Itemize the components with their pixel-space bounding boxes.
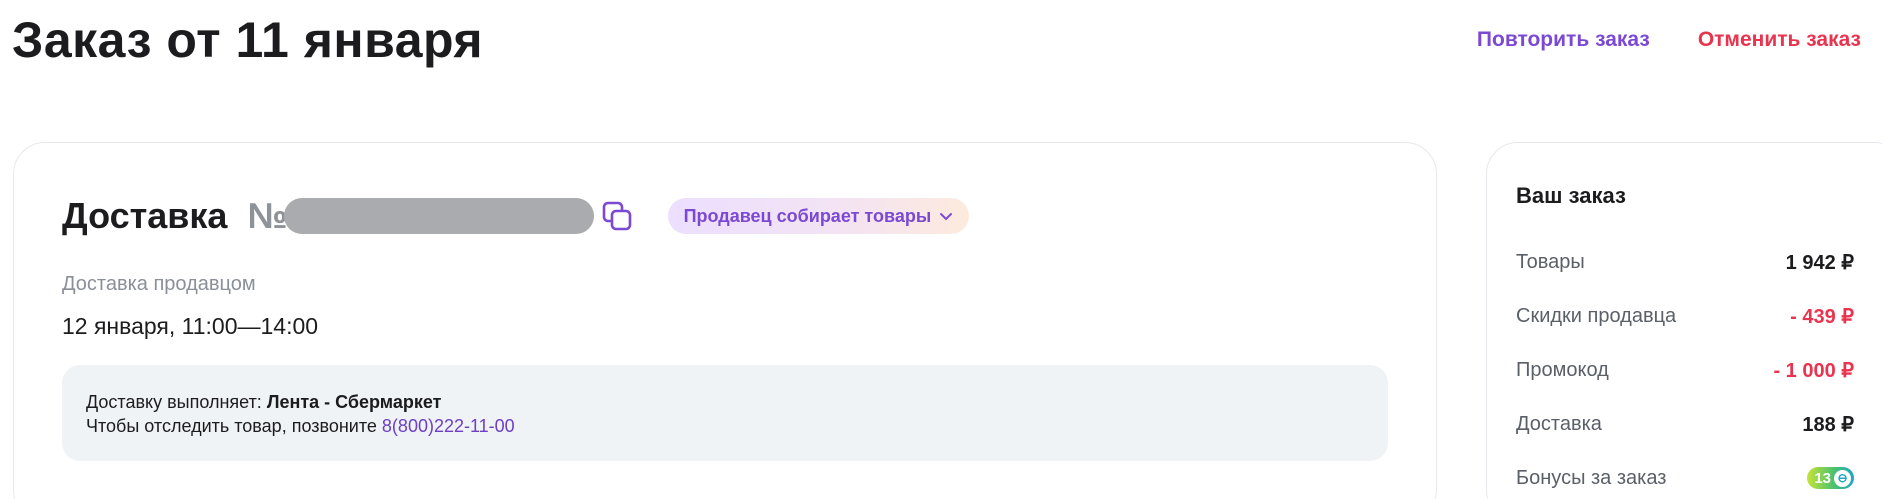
summary-row-label: Промокод	[1516, 358, 1609, 381]
repeat-order-link[interactable]: Повторить заказ	[1477, 28, 1650, 52]
summary-row-bonuses: Бонусы за заказ 13 ⊖	[1516, 451, 1854, 499]
performer-line: Доставку выполняет: Лента - Сбермаркет	[86, 390, 1364, 414]
summary-rows: Товары 1 942 ₽ Скидки продавца - 439 ₽ П…	[1516, 235, 1854, 499]
summary-row-seller-discount: Скидки продавца - 439 ₽	[1516, 289, 1854, 343]
track-text: Чтобы отследить товар, позвоните	[86, 416, 382, 436]
copy-icon[interactable]	[600, 199, 634, 233]
redacted-order-number	[283, 198, 594, 234]
order-summary-card: Ваш заказ Товары 1 942 ₽ Скидки продавца…	[1486, 142, 1882, 499]
order-number-prefix: №	[247, 195, 288, 236]
summary-row-goods: Товары 1 942 ₽	[1516, 235, 1854, 289]
cancel-order-link[interactable]: Отменить заказ	[1698, 28, 1861, 52]
summary-row-value: 188 ₽	[1802, 413, 1854, 436]
summary-row-label: Скидки продавца	[1516, 304, 1677, 327]
summary-title: Ваш заказ	[1516, 183, 1626, 208]
summary-row-delivery: Доставка 188 ₽	[1516, 397, 1854, 451]
summary-row-value: - 439 ₽	[1790, 305, 1854, 328]
summary-row-value: - 1 000 ₽	[1773, 359, 1854, 382]
track-line: Чтобы отследить товар, позвоните 8(800)2…	[86, 414, 1364, 438]
order-status-label: Продавец собирает товары	[683, 205, 932, 226]
delivery-header: Доставка № Продавец собирает товары	[62, 191, 970, 241]
order-status-badge[interactable]: Продавец собирает товары	[667, 198, 970, 234]
delivery-card: Доставка № Продавец собирает товары Дост…	[13, 142, 1437, 499]
chevron-down-icon	[939, 206, 953, 227]
page-title: Заказ от 11 января	[12, 12, 484, 68]
summary-row-label: Доставка	[1516, 412, 1602, 435]
delivery-type: Доставка продавцом	[62, 273, 256, 295]
performer-label: Доставку выполняет:	[86, 392, 267, 412]
header-actions: Повторить заказ Отменить заказ	[1477, 28, 1861, 52]
summary-row-value: 1 942 ₽	[1785, 251, 1854, 274]
delivery-info-box: Доставку выполняет: Лента - Сбермаркет Ч…	[62, 365, 1388, 461]
performer-name: Лента - Сбермаркет	[266, 392, 442, 412]
order-number: №	[247, 195, 594, 237]
summary-row-label: Бонусы за заказ	[1516, 466, 1667, 489]
summary-row-promocode: Промокод - 1 000 ₽	[1516, 343, 1854, 397]
bonus-coin-icon: ⊖	[1834, 469, 1851, 487]
summary-row-label: Товары	[1516, 250, 1585, 273]
bonus-amount: 13	[1814, 469, 1831, 487]
bonus-badge: 13 ⊖	[1807, 467, 1854, 489]
phone-link[interactable]: 8(800)222-11-00	[382, 416, 515, 436]
order-page: Заказ от 11 января Повторить заказ Отмен…	[0, 0, 1882, 499]
delivery-title: Доставка	[62, 195, 228, 236]
delivery-time: 12 января, 11:00—14:00	[62, 313, 319, 339]
